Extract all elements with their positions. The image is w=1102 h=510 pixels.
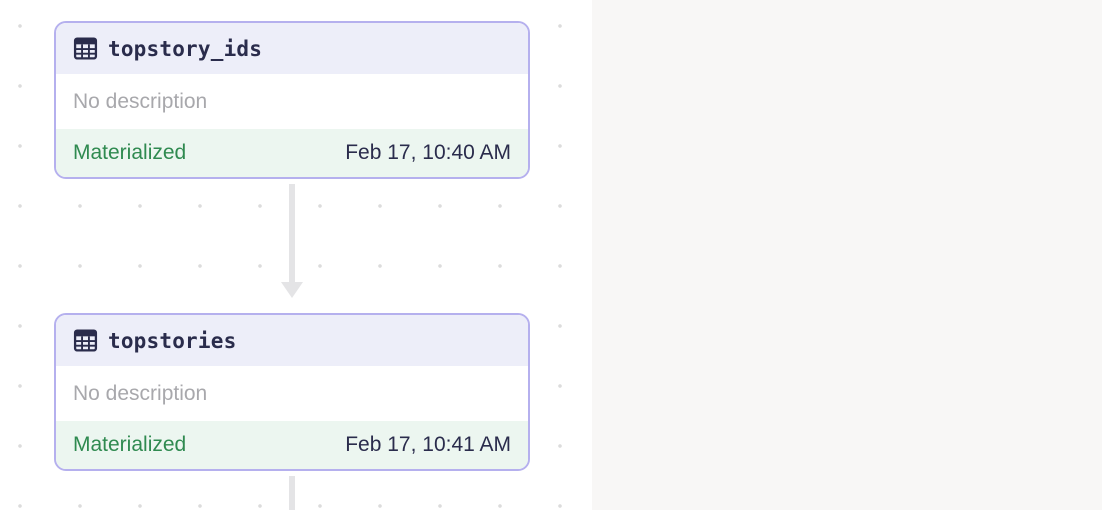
asset-node-title: topstory_ids — [108, 36, 263, 61]
materialization-timestamp[interactable]: Feb 17, 10:40 AM — [345, 141, 511, 165]
asset-node-status-row: Materialized Feb 17, 10:41 AM — [56, 421, 528, 469]
asset-node-topstories[interactable]: topstories No description Materialized F… — [54, 313, 530, 471]
asset-graph-canvas[interactable]: topstory_ids No description Materialized… — [0, 0, 592, 510]
asset-node-title: topstories — [108, 328, 237, 353]
materialization-timestamp[interactable]: Feb 17, 10:41 AM — [345, 433, 511, 457]
dependency-arrowhead — [281, 282, 303, 298]
asset-node-description: No description — [73, 89, 208, 113]
materialized-status-label: Materialized — [73, 141, 187, 164]
asset-node-header: topstories — [56, 315, 528, 366]
asset-node-header: topstory_ids — [56, 23, 528, 74]
table-icon — [73, 37, 98, 60]
side-panel — [592, 0, 1102, 510]
table-icon — [73, 329, 98, 352]
asset-node-topstory-ids[interactable]: topstory_ids No description Materialized… — [54, 21, 530, 179]
dependency-edge — [289, 184, 295, 284]
dependency-edge — [289, 476, 295, 510]
asset-node-status-row: Materialized Feb 17, 10:40 AM — [56, 129, 528, 177]
materialized-status-label: Materialized — [73, 433, 187, 456]
asset-node-description: No description — [73, 381, 208, 405]
